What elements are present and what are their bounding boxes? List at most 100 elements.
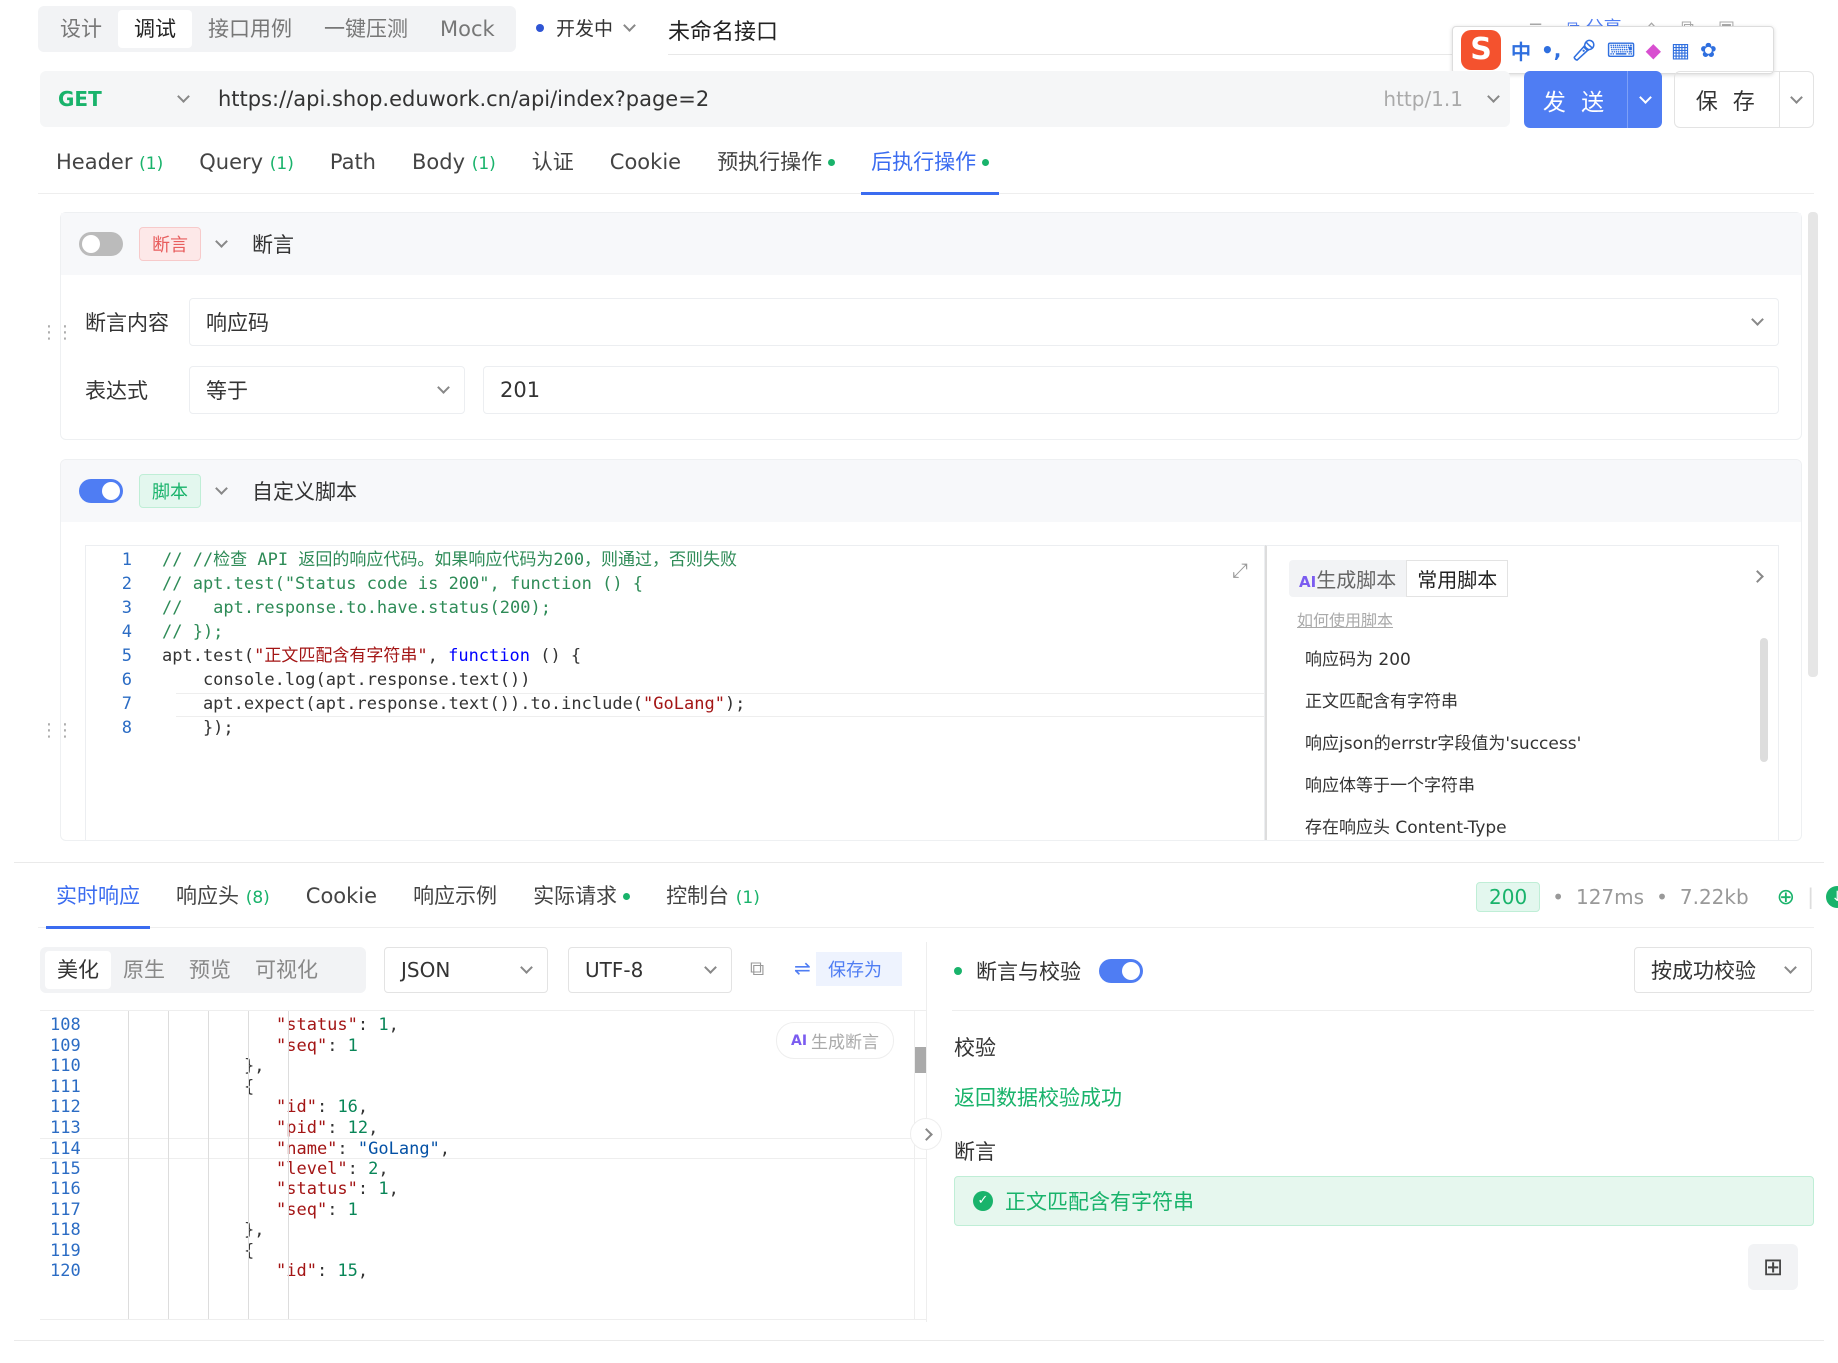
json-value: 15 bbox=[337, 1261, 358, 1281]
apps-icon[interactable]: ▦ bbox=[1671, 38, 1690, 62]
code-text: }); bbox=[162, 718, 234, 738]
send-options-button[interactable] bbox=[1627, 71, 1662, 128]
scrollbar[interactable] bbox=[1760, 638, 1768, 762]
api-name-input[interactable]: 未命名接口 bbox=[668, 14, 1508, 55]
view-mode-tab[interactable]: 可视化 bbox=[243, 951, 330, 989]
request-tab[interactable]: Header (1) bbox=[38, 140, 181, 194]
json-scrollbar[interactable] bbox=[914, 1011, 926, 1319]
line-number: 116 bbox=[50, 1179, 81, 1199]
copy-icon[interactable]: ⧉ bbox=[750, 956, 764, 980]
response-tab[interactable]: 响应头 (8) bbox=[158, 874, 288, 928]
globe-icon[interactable]: ⊕ bbox=[1777, 885, 1795, 910]
keyboard-icon[interactable]: ⌨ bbox=[1607, 38, 1636, 62]
snippet-item[interactable]: 正文匹配含有字符串 bbox=[1305, 681, 1778, 723]
view-mode-tab[interactable]: 原生 bbox=[111, 951, 177, 989]
json-key: "seq" bbox=[276, 1199, 328, 1220]
json-line: 117 "seq": 1 bbox=[50, 1199, 358, 1220]
response-tab[interactable]: Cookie bbox=[288, 874, 395, 928]
json-line: 113 "pid": 12, bbox=[50, 1117, 379, 1138]
chevron-down-icon[interactable] bbox=[215, 482, 228, 495]
line-number: 4 bbox=[121, 622, 132, 642]
snippet-item[interactable]: 响应体等于一个字符串 bbox=[1305, 765, 1778, 807]
snippet-item[interactable]: 响应码为 200 bbox=[1305, 639, 1778, 681]
tools-icon[interactable]: ✿ bbox=[1700, 38, 1717, 62]
request-tab[interactable]: 认证 bbox=[514, 140, 592, 194]
save-button[interactable]: 保 存 bbox=[1675, 84, 1779, 116]
top-tab[interactable]: 一键压测 bbox=[308, 10, 424, 48]
ime-logo[interactable]: S bbox=[1461, 30, 1501, 70]
page-scrollbar[interactable] bbox=[1808, 212, 1818, 677]
layout-icon[interactable]: ⊞ bbox=[1748, 1244, 1798, 1290]
top-tab[interactable]: 设计 bbox=[44, 10, 118, 48]
content-select[interactable]: 响应码 bbox=[189, 298, 1779, 346]
view-mode-tabs: 美化 原生 预览 可视化 bbox=[40, 947, 366, 993]
help-link[interactable]: 如何使用脚本 bbox=[1297, 607, 1778, 631]
json-key: "id" bbox=[276, 1097, 317, 1117]
top-tab[interactable]: 接口用例 bbox=[192, 10, 308, 48]
check-title: 断言与校验 bbox=[976, 960, 1081, 984]
response-tab[interactable]: 实时响应 bbox=[38, 874, 158, 929]
assert-value-input[interactable]: 201 bbox=[483, 366, 1779, 414]
status-dropdown[interactable]: 开发中 bbox=[536, 14, 636, 41]
method-select[interactable]: GET bbox=[40, 71, 206, 127]
code-text: // }); bbox=[162, 622, 224, 642]
drag-handle-icon[interactable]: ⋮⋮ bbox=[40, 720, 74, 741]
url-input[interactable]: https://api.shop.eduwork.cn/api/index?pa… bbox=[218, 87, 709, 111]
expr-select[interactable]: 等于 bbox=[189, 366, 465, 414]
script-toggle[interactable] bbox=[79, 479, 123, 503]
status-dot bbox=[982, 159, 990, 166]
common-scripts-tab[interactable]: 常用脚本 bbox=[1406, 560, 1509, 597]
save-as-button[interactable]: 保存为 bbox=[816, 952, 902, 986]
skin-icon[interactable]: ◆ bbox=[1646, 38, 1661, 62]
line-number: 7 bbox=[121, 694, 132, 714]
response-tab[interactable]: 实际请求 bbox=[515, 874, 648, 928]
ai-generate-tab[interactable]: AI生成脚本 bbox=[1289, 560, 1407, 597]
snippet-item[interactable]: 响应json的errstr字段值为'success' bbox=[1305, 723, 1778, 765]
view-mode-tab[interactable]: 预览 bbox=[177, 951, 243, 989]
ime-lang[interactable]: 中 bbox=[1511, 36, 1531, 65]
view-mode-tab[interactable]: 美化 bbox=[45, 951, 111, 989]
collapse-panel-button[interactable] bbox=[910, 1118, 942, 1150]
expand-icon[interactable]: ⤢ bbox=[1232, 558, 1248, 582]
save-options-button[interactable] bbox=[1779, 72, 1813, 127]
request-tab[interactable]: 预执行操作 bbox=[699, 140, 853, 194]
script-editor[interactable]: 1 // //检查 API 返回的响应代码。如果响应代码为200，则通过，否则失败… bbox=[85, 545, 1266, 840]
encoding-select[interactable]: UTF-8 bbox=[568, 947, 732, 993]
line-number: 108 bbox=[50, 1015, 81, 1035]
json-value: 12 bbox=[347, 1117, 369, 1138]
response-size: 7.22kb bbox=[1679, 885, 1749, 909]
check-toggle[interactable] bbox=[1099, 959, 1143, 983]
line-number: 1 bbox=[121, 550, 132, 570]
top-tab[interactable]: Mock bbox=[424, 10, 511, 48]
request-tab[interactable]: Query (1) bbox=[181, 140, 312, 194]
tab-label: 认证 bbox=[531, 149, 574, 174]
check-mode-select[interactable]: 按成功校验 bbox=[1634, 947, 1812, 993]
request-tab[interactable]: Body (1) bbox=[394, 140, 514, 194]
snippet-item[interactable]: 存在响应头 Content-Type bbox=[1305, 807, 1778, 840]
code-line: 1 // //检查 API 返回的响应代码。如果响应代码为200，则通过，否则失败 bbox=[86, 548, 1264, 572]
stat-separator: • bbox=[1552, 885, 1564, 909]
mic-icon[interactable]: 🎤︎ bbox=[1571, 38, 1596, 62]
send-button[interactable]: 发 送 bbox=[1524, 83, 1627, 117]
response-tab[interactable]: 控制台 (1) bbox=[648, 874, 778, 928]
tab-label: Body bbox=[412, 149, 466, 174]
drag-handle-icon[interactable]: ⋮⋮ bbox=[40, 322, 74, 343]
response-tab[interactable]: 响应示例 bbox=[395, 874, 515, 928]
scroll-thumb[interactable] bbox=[915, 1047, 926, 1073]
json-line: 112 "id": 16, bbox=[50, 1097, 369, 1117]
generate-assertion-button[interactable]: AI 生成断言 bbox=[776, 1022, 895, 1059]
json-value: 2 bbox=[368, 1158, 379, 1179]
format-select[interactable]: JSON bbox=[384, 947, 548, 993]
request-tab[interactable]: 后执行操作 bbox=[853, 140, 1007, 195]
punct-icon[interactable]: •, bbox=[1541, 38, 1561, 62]
tab-label: Path bbox=[329, 149, 376, 174]
request-tab[interactable]: Cookie bbox=[592, 140, 699, 194]
top-tab[interactable]: 调试 bbox=[118, 10, 192, 48]
chevron-down-icon[interactable] bbox=[215, 235, 228, 248]
download-icon[interactable]: ↓ bbox=[1826, 886, 1838, 908]
indent-guide bbox=[168, 1011, 169, 1319]
wrap-icon[interactable]: ⇌ bbox=[794, 956, 811, 980]
request-tab[interactable]: Path bbox=[312, 140, 394, 194]
assertion-toggle[interactable] bbox=[79, 232, 123, 256]
protocol-select[interactable]: http/1.1 bbox=[1383, 87, 1500, 111]
